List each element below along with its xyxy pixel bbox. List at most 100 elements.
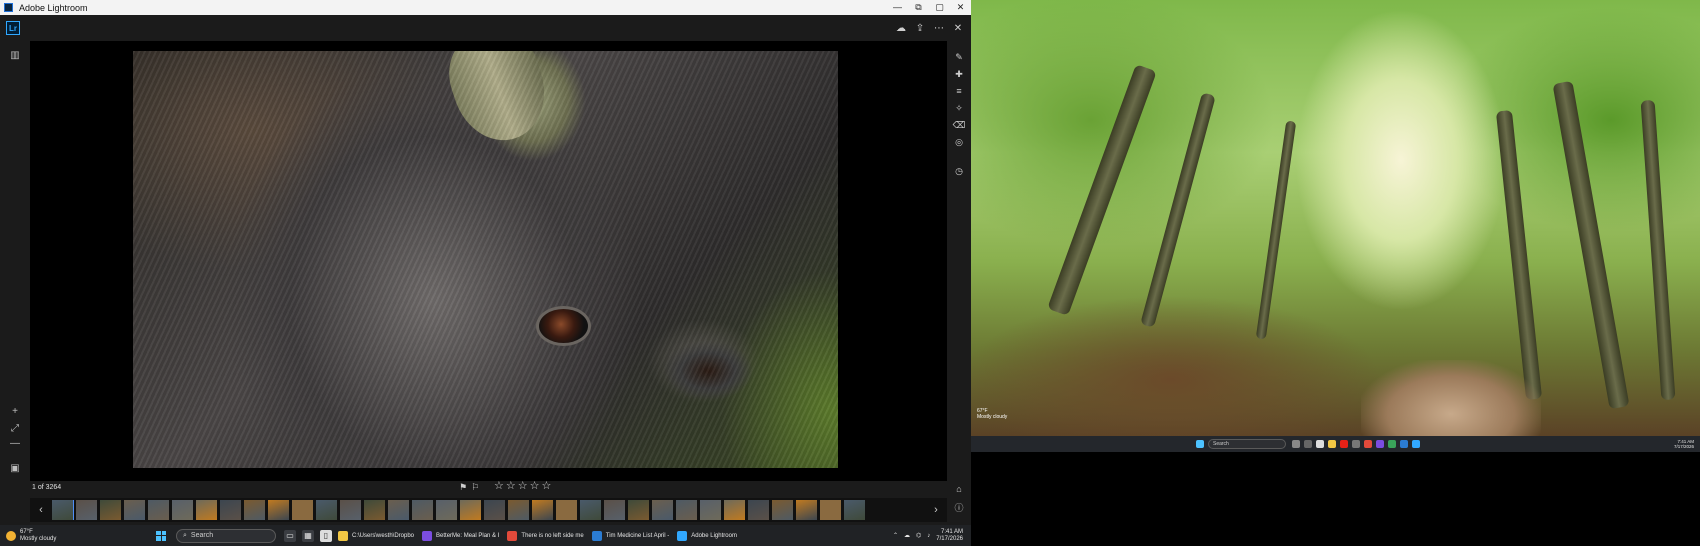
zoom-in-icon[interactable]: + <box>9 405 21 417</box>
filmstrip-thumbnail[interactable] <box>532 500 553 520</box>
filmstrip-thumbnail[interactable] <box>52 500 74 520</box>
filmstrip-thumbnail[interactable] <box>772 500 793 520</box>
filmstrip-thumbnail[interactable] <box>340 500 361 520</box>
network-icon[interactable]: ⌬ <box>916 532 921 539</box>
zoom-out-icon[interactable]: — <box>9 437 21 449</box>
desktop-task-view-icon[interactable] <box>1292 440 1300 448</box>
star-5[interactable]: ☆ <box>542 481 552 492</box>
desktop-file-icon[interactable] <box>1316 440 1324 448</box>
filmstrip-thumbnail[interactable] <box>700 500 721 520</box>
desktop-clock[interactable]: 7:41 AM 7/17/2026 <box>1674 439 1694 449</box>
filmstrip-thumbnail[interactable] <box>724 500 745 520</box>
desktop-youtube-icon[interactable] <box>1340 440 1348 448</box>
widgets-icon[interactable]: ▦ <box>302 529 314 542</box>
filmstrip-thumbnail[interactable] <box>244 500 265 520</box>
eraser-icon[interactable]: ⌫ <box>953 119 966 131</box>
filmstrip: ‹ › <box>30 498 947 522</box>
onedrive-icon[interactable]: ☁ <box>904 532 910 539</box>
desktop-lightroom-icon[interactable] <box>1412 440 1420 448</box>
filmstrip-thumbnail[interactable] <box>316 500 337 520</box>
maximize-button[interactable]: ▢ <box>929 2 950 13</box>
close-window-button[interactable]: ✕ <box>950 2 971 13</box>
filmstrip-thumbnail[interactable] <box>196 500 217 520</box>
edit-icon[interactable]: ✎ <box>953 51 965 63</box>
desktop-explorer-icon[interactable] <box>1328 440 1336 448</box>
cloud-icon[interactable]: ☁ <box>894 21 908 35</box>
filmstrip-thumbnail[interactable] <box>676 500 697 520</box>
close-icon[interactable]: ✕ <box>951 21 965 35</box>
restore-button[interactable]: ⧉ <box>908 2 929 13</box>
desktop-word-icon[interactable] <box>1400 440 1408 448</box>
filmstrip-prev-icon[interactable]: ‹ <box>30 499 52 521</box>
fit-icon[interactable]: ⤢ <box>9 422 21 434</box>
taskbar-app-button[interactable]: Adobe Lightroom <box>677 530 737 541</box>
filmstrip-thumbnail[interactable] <box>748 500 769 520</box>
filmstrip-thumbnail[interactable] <box>820 500 841 520</box>
panel-toggle-icon[interactable]: ▥ <box>9 49 21 61</box>
filmstrip-thumbnail[interactable] <box>604 500 625 520</box>
desktop-widgets-icon[interactable] <box>1304 440 1312 448</box>
star-2[interactable]: ☆ <box>506 481 516 492</box>
clock[interactable]: 7:41 AM 7/17/2026 <box>936 529 963 543</box>
filmstrip-thumbnail[interactable] <box>364 500 385 520</box>
filmstrip-thumbnail[interactable] <box>388 500 409 520</box>
filmstrip-thumbnail[interactable] <box>556 500 577 520</box>
desktop-chrome-icon[interactable] <box>1364 440 1372 448</box>
filmstrip-thumbnail[interactable] <box>268 500 289 520</box>
start-icon[interactable] <box>156 530 166 541</box>
desktop-weather[interactable]: 67°F Mostly cloudy <box>977 408 1007 420</box>
taskbar-app-button[interactable]: Tim Medicine List April - <box>591 530 669 541</box>
presets-icon[interactable]: ✧ <box>953 102 965 114</box>
forest-wallpaper: 67°F Mostly cloudy <box>971 0 1700 436</box>
history-icon[interactable]: ◷ <box>953 165 965 177</box>
desktop-search[interactable]: Search <box>1208 439 1286 449</box>
volume-icon[interactable]: ♪ <box>927 533 930 539</box>
taskbar-app-button[interactable]: BetterMe: Meal Plan & I <box>422 530 499 541</box>
task-view-icon[interactable]: ▭ <box>284 529 296 542</box>
taskbar-app-button[interactable]: There is no left side me <box>507 530 584 541</box>
desktop-betterme-icon[interactable] <box>1376 440 1384 448</box>
filmstrip-thumbnail[interactable] <box>76 500 97 520</box>
filmstrip-icon[interactable]: ▣ <box>9 462 21 474</box>
desktop-app-icon[interactable] <box>1352 440 1360 448</box>
filmstrip-thumbnail[interactable] <box>124 500 145 520</box>
filmstrip-thumbnail[interactable] <box>484 500 505 520</box>
filmstrip-thumbnail[interactable] <box>652 500 673 520</box>
file-icon[interactable]: ▯ <box>320 529 332 542</box>
taskbar-app-icon <box>338 530 348 541</box>
taskbar-search[interactable]: ⌕ Search <box>176 528 276 543</box>
filmstrip-thumbnail[interactable] <box>436 500 457 520</box>
filmstrip-thumbnail[interactable] <box>100 500 121 520</box>
filmstrip-thumbnail[interactable] <box>220 500 241 520</box>
adjust-icon[interactable]: ≡ <box>953 85 965 97</box>
more-icon[interactable]: ⋯ <box>932 21 946 35</box>
filmstrip-thumbnail[interactable] <box>796 500 817 520</box>
filmstrip-thumbnail[interactable] <box>172 500 193 520</box>
heal-icon[interactable]: ✚ <box>953 68 965 80</box>
filmstrip-thumbnail[interactable] <box>148 500 169 520</box>
filmstrip-thumbnail[interactable] <box>292 500 313 520</box>
weather-widget[interactable]: 67°F Mostly cloudy <box>6 529 156 543</box>
taskbar-app-button[interactable]: C:\Users\westh\Dropbo <box>338 530 414 541</box>
mask-icon[interactable]: ◎ <box>953 136 965 148</box>
tray-chevron-icon[interactable]: ⌃ <box>893 532 898 539</box>
filmstrip-thumbnail[interactable] <box>844 500 865 520</box>
flag-reject-icon[interactable]: ⚐ <box>471 482 479 493</box>
filmstrip-thumbnail[interactable] <box>508 500 529 520</box>
filmstrip-thumbnail[interactable] <box>580 500 601 520</box>
flag-pick-icon[interactable]: ⚑ <box>459 482 467 493</box>
share-icon[interactable]: ⇪ <box>913 21 927 35</box>
desktop-start-icon[interactable] <box>1196 440 1204 448</box>
filmstrip-thumbnail[interactable] <box>460 500 481 520</box>
desktop-chrome-profile-icon[interactable] <box>1388 440 1396 448</box>
star-4[interactable]: ☆ <box>530 481 540 492</box>
star-1[interactable]: ☆ <box>494 481 504 492</box>
filmstrip-thumbnail[interactable] <box>628 500 649 520</box>
filmstrip-next-icon[interactable]: › <box>925 499 947 521</box>
star-3[interactable]: ☆ <box>518 481 528 492</box>
info-icon[interactable]: ⓘ <box>953 501 965 513</box>
minimize-button[interactable]: — <box>887 2 908 13</box>
tag-icon[interactable]: ⌂ <box>953 483 965 495</box>
filmstrip-thumbnail[interactable] <box>412 500 433 520</box>
bison-photo[interactable] <box>133 51 838 468</box>
